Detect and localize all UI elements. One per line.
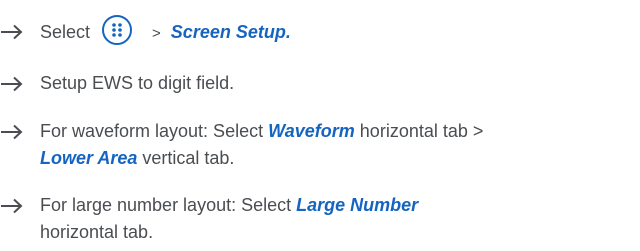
lower-area-tab-label: Lower Area bbox=[40, 148, 138, 168]
select-label: Select bbox=[40, 21, 91, 42]
arrow-right-icon bbox=[0, 192, 40, 219]
step-4: For large number layout: Select Large Nu… bbox=[0, 192, 640, 246]
step-3-text: For waveform layout: Select Waveform hor… bbox=[40, 118, 640, 172]
step-2: Setup EWS to digit field. bbox=[0, 70, 640, 97]
instruction-steps: Select > Screen Setup. Setup EWS to digit … bbox=[0, 0, 640, 251]
step-1: Select > Screen Setup. bbox=[0, 15, 640, 48]
step-2-text: Setup EWS to digit field. bbox=[40, 73, 235, 93]
step-3-middle: horizontal tab > bbox=[354, 121, 484, 141]
menu-grid-icon bbox=[102, 15, 133, 45]
step-3: For waveform layout: Select Waveform hor… bbox=[0, 118, 640, 172]
large-number-tab-label: Large Number bbox=[296, 195, 419, 215]
arrow-right-icon bbox=[0, 18, 40, 45]
arrow-right-icon bbox=[0, 70, 40, 97]
step-3-suffix: vertical tab. bbox=[137, 148, 235, 168]
step-1-text: Select > Screen Setup. bbox=[40, 15, 640, 48]
arrow-right-icon bbox=[0, 118, 40, 145]
step-4-suffix: horizontal tab. bbox=[40, 222, 154, 242]
screen-setup-label: Screen Setup. bbox=[170, 21, 291, 42]
step-4-text: For large number layout: Select Large Nu… bbox=[40, 192, 640, 246]
step-4-prefix: For large number layout: Select bbox=[40, 195, 297, 215]
step-3-prefix: For waveform layout: Select bbox=[40, 121, 269, 141]
breadcrumb-separator: > bbox=[152, 24, 161, 42]
waveform-tab-label: Waveform bbox=[268, 121, 355, 141]
